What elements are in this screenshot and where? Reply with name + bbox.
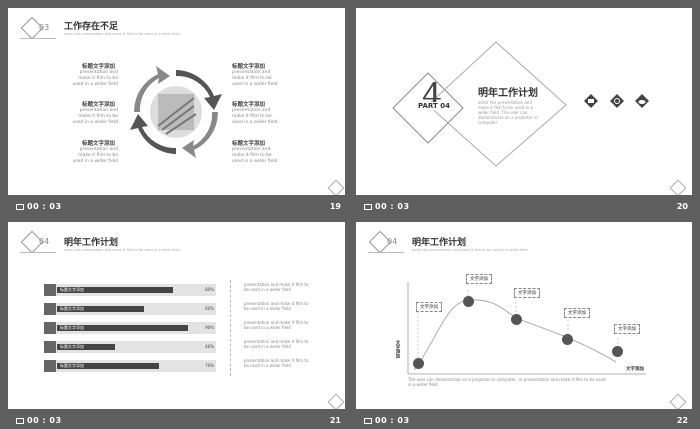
- row-label: 标题文字添加: [60, 363, 84, 368]
- row-icon: [44, 303, 56, 315]
- person-icon: [463, 296, 474, 307]
- row-desc-3: presentation and make it film to be used…: [244, 320, 309, 330]
- timer: 00 : 03: [364, 416, 410, 425]
- callout-3: 文字添加: [514, 288, 540, 298]
- slide-title: 明年工作计划: [64, 238, 119, 248]
- chart-note: The user can demonstrate on a projector …: [408, 377, 606, 387]
- page-number: 22: [676, 416, 688, 425]
- item-desc-left-2: presentation and make it film to be used…: [72, 108, 118, 125]
- slide-19[interactable]: 03 工作存在不足 enter the presentation and mak…: [8, 8, 345, 195]
- trash-icon: [562, 334, 573, 345]
- item-title-right-3: 标题文字添加: [232, 141, 266, 147]
- row-icon: [44, 322, 56, 334]
- item-desc-right-2: presentation and make it film to be used…: [232, 108, 278, 125]
- row-percent: 90%: [205, 325, 214, 330]
- item-title-left-2: 标题文字添加: [82, 102, 116, 108]
- row-percent: 40%: [205, 344, 214, 349]
- timer-icon: [364, 418, 372, 424]
- row-percent: 80%: [205, 287, 214, 292]
- progress-row-3: 标题文字添加 90%: [44, 322, 216, 334]
- corner-diamond: [327, 393, 345, 409]
- slide-20[interactable]: 4 PART 04 明年工作计划 enter the presentation …: [356, 8, 692, 195]
- callout-2: 文字添加: [466, 274, 492, 284]
- progress-row-2: 标题文字添加 60%: [44, 303, 216, 315]
- section-underline: [20, 38, 56, 39]
- item-desc-right-3: presentation and make it film to be used…: [232, 147, 278, 164]
- row-label: 标题文字添加: [60, 287, 84, 292]
- timer: 00 : 03: [16, 416, 62, 425]
- slide-title: 工作存在不足: [64, 22, 119, 32]
- part-desc: enter the presentation and make it film …: [478, 100, 539, 125]
- row-icon: [44, 284, 56, 296]
- cycle-arrows-graphic: [130, 66, 222, 158]
- status-bar-21: 00 : 03 21: [8, 411, 345, 429]
- timer: 00 : 03: [364, 202, 410, 211]
- row-desc-2: presentation and make it film to be used…: [244, 301, 309, 311]
- row-icon: [44, 360, 56, 372]
- slide-21[interactable]: 04 明年工作计划 enter the presentation and mak…: [8, 222, 345, 409]
- chat-icon: [584, 94, 598, 108]
- search-icon: [612, 346, 623, 357]
- row-icon: [44, 341, 56, 353]
- item-title-left-1: 标题文字添加: [82, 64, 116, 70]
- row-desc-1: presentation and make it film to be used…: [244, 282, 309, 292]
- monitor-icon: [511, 314, 522, 325]
- status-bar-19: 00 : 03 19: [8, 197, 345, 218]
- progress-row-1: 标题文字添加 80%: [44, 284, 216, 296]
- status-bar-20: 00 : 03 20: [356, 197, 692, 218]
- slide-subtitle: enter the presentation and make it film …: [64, 32, 180, 36]
- page-number: 20: [676, 202, 688, 211]
- slide-subtitle: enter the presentation and make it film …: [412, 248, 528, 252]
- divider: [230, 280, 231, 376]
- row-label: 标题文字添加: [60, 306, 84, 311]
- row-desc-5: presentation and make it film to be used…: [244, 358, 309, 368]
- section-underline: [20, 252, 56, 253]
- timer-icon: [16, 204, 24, 210]
- cart-icon: [413, 358, 424, 369]
- progress-row-4: 标题文字添加 40%: [44, 341, 216, 353]
- callout-4: 文字添加: [564, 308, 590, 318]
- item-title-right-1: 标题文字添加: [232, 64, 266, 70]
- timer-icon: [364, 204, 372, 210]
- row-percent: 60%: [205, 306, 214, 311]
- row-percent: 70%: [205, 363, 214, 368]
- corner-diamond: [669, 179, 687, 195]
- slide-subtitle: enter the presentation and make it film …: [64, 248, 180, 252]
- page-number: 19: [329, 202, 341, 211]
- part-label: PART 04: [417, 102, 451, 110]
- item-title-left-3: 标题文字添加: [82, 141, 116, 147]
- timer: 00 : 03: [16, 202, 62, 211]
- y-axis-label: 文字添加: [395, 340, 400, 358]
- slide-22[interactable]: 04 明年工作计划 enter the presentation and mak…: [356, 222, 692, 409]
- item-desc-left-1: presentation and make it film to be used…: [72, 70, 118, 87]
- corner-diamond: [669, 393, 687, 409]
- item-desc-left-3: presentation and make it film to be used…: [72, 147, 118, 164]
- page-number: 21: [329, 416, 341, 425]
- callout-1: 文字添加: [416, 302, 442, 312]
- refresh-icon: [610, 94, 624, 108]
- row-label: 标题文字添加: [60, 325, 84, 330]
- slide-title: 明年工作计划: [412, 238, 467, 248]
- item-title-right-2: 标题文字添加: [232, 102, 266, 108]
- section-number: 04: [387, 237, 398, 246]
- row-label: 标题文字添加: [60, 344, 84, 349]
- row-desc-4: presentation and make it film to be used…: [244, 339, 309, 349]
- status-bar-22: 00 : 03 22: [356, 411, 692, 429]
- progress-row-5: 标题文字添加 70%: [44, 360, 216, 372]
- part-title: 明年工作计划: [478, 88, 538, 99]
- cloud-icon: [635, 94, 649, 108]
- section-number: 04: [39, 237, 50, 246]
- section-underline: [368, 252, 404, 253]
- x-axis-label: 文字添加: [626, 367, 644, 372]
- section-number: 03: [39, 23, 50, 32]
- callout-5: 文字添加: [614, 324, 640, 334]
- corner-diamond: [327, 179, 345, 195]
- item-desc-right-1: presentation and make it film to be used…: [232, 70, 278, 87]
- timer-icon: [16, 418, 24, 424]
